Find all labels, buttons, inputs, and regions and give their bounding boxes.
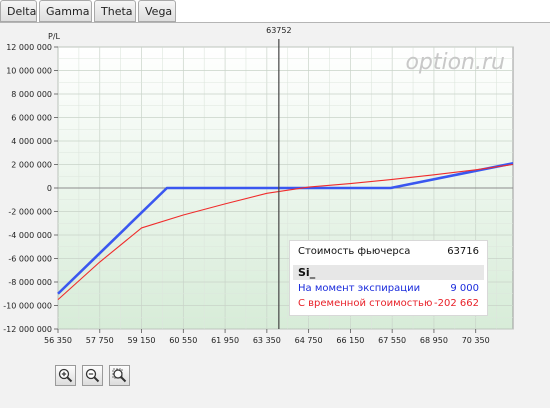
x-tick-label: 61 950 xyxy=(211,336,239,345)
y-tick-label: 8 000 000 xyxy=(11,90,52,99)
x-tick-label: 56 350 xyxy=(44,336,72,345)
futures-price-label: Стоимость фьючерса xyxy=(298,246,411,257)
y-tick-label: 10 000 000 xyxy=(6,67,52,76)
y-tick-label: 0 xyxy=(47,184,52,193)
time-value-row: С временной стоимостью -202 662 xyxy=(298,298,479,309)
x-tick-label: 60 550 xyxy=(169,336,197,345)
zoom-out-icon xyxy=(85,368,100,383)
futures-price-row: Стоимость фьючерса 63716 xyxy=(298,246,479,257)
tab-bar: Delta Gamma Theta Vega xyxy=(0,0,176,22)
y-tick-label: -4 000 000 xyxy=(8,231,52,240)
y-tick-label: 4 000 000 xyxy=(11,137,52,146)
tab-vega[interactable]: Vega xyxy=(138,0,176,22)
zoom-out-button[interactable] xyxy=(82,365,103,386)
cursor-label: 63752 xyxy=(266,26,291,35)
info-tooltip: Стоимость фьючерса 63716 Si_ На момент э… xyxy=(289,240,488,316)
zoom-fit-icon xyxy=(112,368,127,383)
zoom-in-button[interactable] xyxy=(55,365,76,386)
x-tick-label: 63 350 xyxy=(253,336,281,345)
instrument-name: Si_ xyxy=(298,266,316,279)
y-tick-label: -12 000 000 xyxy=(3,325,52,334)
y-tick-label: -10 000 000 xyxy=(3,302,52,311)
x-tick-label: 70 350 xyxy=(462,336,490,345)
x-tick-label: 68 950 xyxy=(420,336,448,345)
y-axis-label: P/L xyxy=(48,32,61,41)
x-tick-label: 64 750 xyxy=(295,336,323,345)
y-tick-label: 6 000 000 xyxy=(11,114,52,123)
y-tick-label: -6 000 000 xyxy=(8,255,52,264)
chart-panel: 56 350 57 750 59 150 60 550 61 950 63 350 64 7… xyxy=(0,22,550,408)
x-tick-label: 59 150 xyxy=(128,336,156,345)
instrument-row: Si_ xyxy=(293,265,484,280)
expiry-label: На момент экспирации xyxy=(298,283,421,294)
x-tick-label: 57 750 xyxy=(86,336,114,345)
zoom-fit-button[interactable] xyxy=(109,365,130,386)
y-tick-label: 2 000 000 xyxy=(11,161,52,170)
x-tick-label: 67 550 xyxy=(378,336,406,345)
expiry-value: 9 000 xyxy=(450,283,479,294)
x-tick-label: 66 150 xyxy=(336,336,364,345)
time-value-value: -202 662 xyxy=(434,298,479,309)
time-value-label: С временной стоимостью xyxy=(298,298,433,309)
y-tick-label: 12 000 000 xyxy=(6,43,52,52)
tab-delta[interactable]: Delta xyxy=(0,0,37,22)
y-tick-label: -2 000 000 xyxy=(8,208,52,217)
zoom-toolbar xyxy=(55,365,130,386)
tab-gamma[interactable]: Gamma xyxy=(39,0,92,22)
tab-theta[interactable]: Theta xyxy=(94,0,136,22)
expiry-row: На момент экспирации 9 000 xyxy=(298,283,479,294)
y-tick-label: -8 000 000 xyxy=(8,278,52,287)
futures-price-value: 63716 xyxy=(447,246,479,257)
watermark-logo: option.ru xyxy=(405,50,505,75)
zoom-in-icon xyxy=(58,368,73,383)
